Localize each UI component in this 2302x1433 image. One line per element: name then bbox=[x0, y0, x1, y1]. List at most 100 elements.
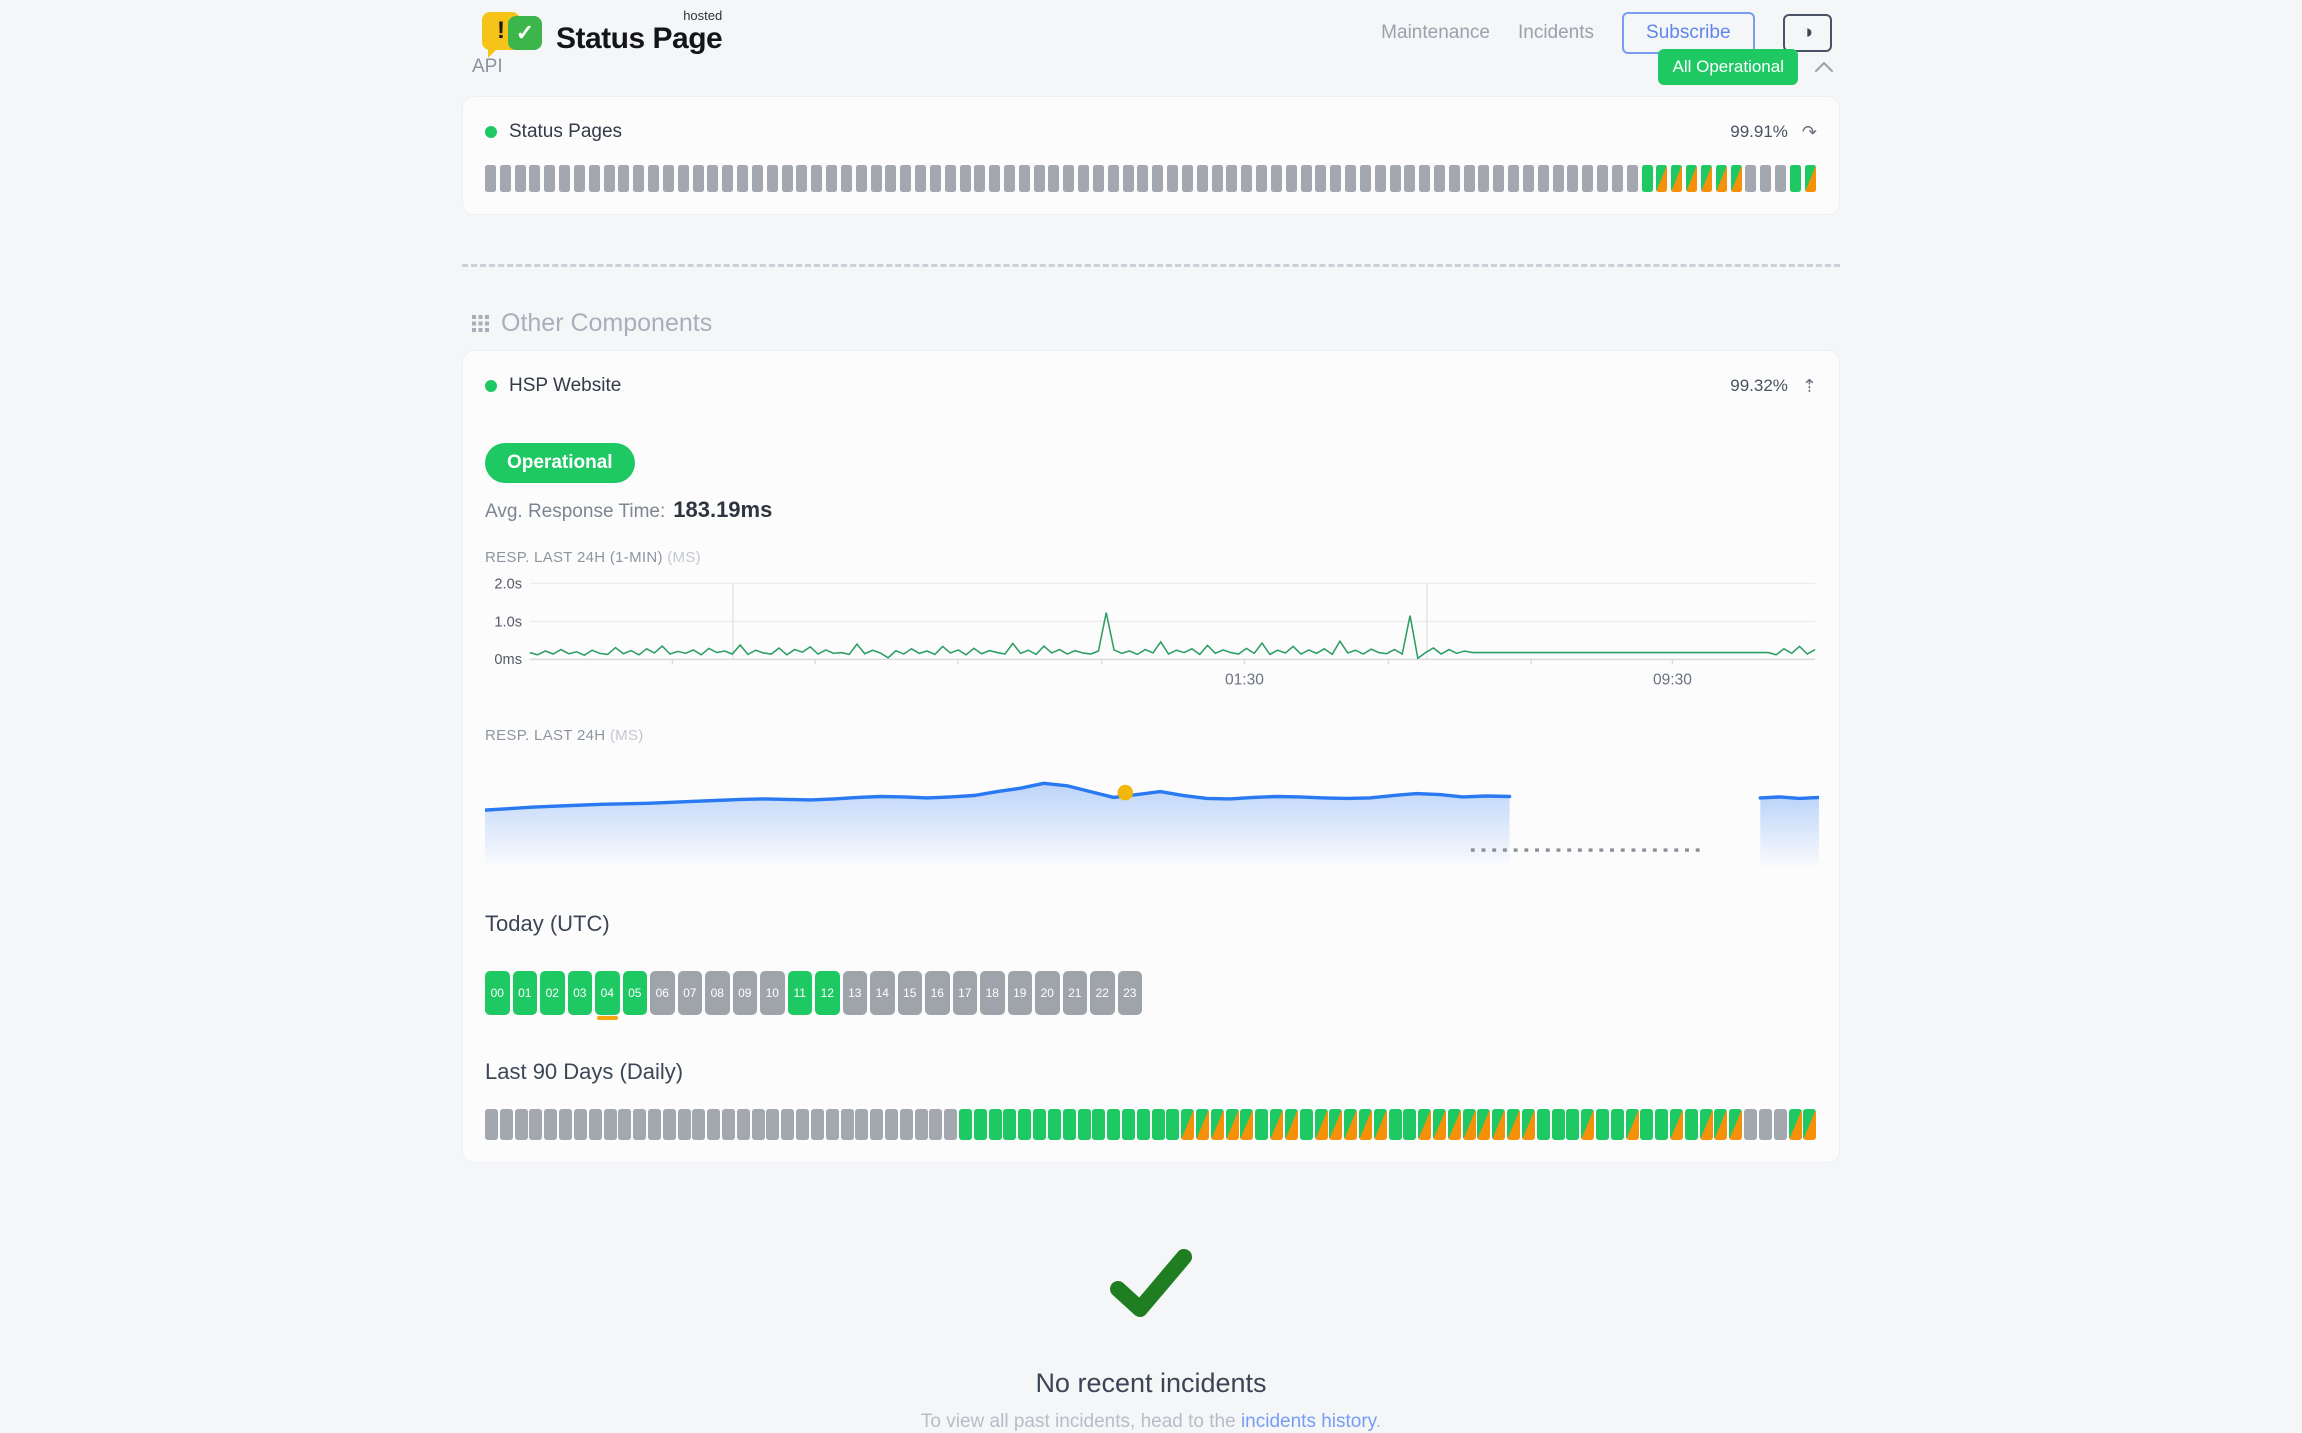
uptime-bar[interactable] bbox=[974, 165, 985, 192]
uptime-bar[interactable] bbox=[1300, 1109, 1313, 1140]
uptime-bar[interactable] bbox=[515, 1109, 528, 1140]
uptime-bar[interactable] bbox=[855, 1109, 868, 1140]
uptime-bar[interactable] bbox=[841, 1109, 854, 1140]
all-operational-badge[interactable]: All Operational bbox=[1658, 49, 1798, 85]
response-chart-1min[interactable]: 2.0s1.0s0ms01:3009:30 bbox=[485, 574, 1817, 699]
hour-block[interactable]: 19 bbox=[1008, 971, 1033, 1015]
uptime-bar[interactable] bbox=[1137, 165, 1148, 192]
uptime-bar[interactable] bbox=[1078, 165, 1089, 192]
response-chart-24h[interactable] bbox=[485, 752, 1817, 877]
uptime-bar[interactable] bbox=[678, 1109, 691, 1140]
uptime-bar[interactable] bbox=[589, 165, 600, 192]
uptime-bar[interactable] bbox=[1538, 165, 1549, 192]
uptime-bar[interactable] bbox=[1390, 165, 1401, 192]
subscribe-button[interactable]: Subscribe bbox=[1622, 12, 1755, 54]
uptime-bar[interactable] bbox=[960, 165, 971, 192]
uptime-bar[interactable] bbox=[1301, 165, 1312, 192]
uptime-bar[interactable] bbox=[1789, 1109, 1802, 1140]
uptime-bar[interactable] bbox=[811, 165, 822, 192]
uptime-bar[interactable] bbox=[1018, 1109, 1031, 1140]
uptime-bar[interactable] bbox=[915, 1109, 928, 1140]
uptime-bar[interactable] bbox=[648, 1109, 661, 1140]
uptime-bar[interactable] bbox=[737, 1109, 750, 1140]
uptime-bar[interactable] bbox=[529, 1109, 542, 1140]
uptime-bar[interactable] bbox=[1640, 1109, 1653, 1140]
uptime-bar[interactable] bbox=[1019, 165, 1030, 192]
hour-block[interactable]: 23 bbox=[1118, 971, 1143, 1015]
uptime-bar[interactable] bbox=[1212, 165, 1223, 192]
uptime-bar[interactable] bbox=[544, 1109, 557, 1140]
hour-block[interactable]: 02 bbox=[540, 971, 565, 1015]
uptime-bar[interactable] bbox=[1731, 165, 1742, 192]
uptime-bar[interactable] bbox=[1537, 1109, 1550, 1140]
uptime-bar[interactable] bbox=[500, 165, 511, 192]
uptime-bar[interactable] bbox=[1122, 1109, 1135, 1140]
uptime-bar[interactable] bbox=[1805, 165, 1816, 192]
uptime-bar[interactable] bbox=[1642, 165, 1653, 192]
uptime-bar[interactable] bbox=[989, 1109, 1002, 1140]
component-status-pages[interactable]: Status Pages bbox=[485, 121, 622, 143]
uptime-bar[interactable] bbox=[737, 165, 748, 192]
uptime-bar[interactable] bbox=[1449, 165, 1460, 192]
uptime-bar[interactable] bbox=[1107, 1109, 1120, 1140]
uptime-bar[interactable] bbox=[782, 165, 793, 192]
uptime-bar[interactable] bbox=[1567, 165, 1578, 192]
uptime-bar[interactable] bbox=[1123, 165, 1134, 192]
uptime-bar[interactable] bbox=[1093, 165, 1104, 192]
uptime-bar[interactable] bbox=[1803, 1109, 1816, 1140]
uptime-bar[interactable] bbox=[1285, 1109, 1298, 1140]
uptime-bar[interactable] bbox=[1627, 165, 1638, 192]
uptime-bar[interactable] bbox=[1714, 1109, 1727, 1140]
uptime-bar[interactable] bbox=[707, 1109, 720, 1140]
hour-block[interactable]: 03 bbox=[568, 971, 593, 1015]
uptime-bar[interactable] bbox=[1270, 1109, 1283, 1140]
uptime-bar[interactable] bbox=[1033, 1109, 1046, 1140]
uptime-bar[interactable] bbox=[1374, 1109, 1387, 1140]
uptime-bar[interactable] bbox=[915, 165, 926, 192]
uptime-bar[interactable] bbox=[1729, 1109, 1742, 1140]
uptime-bar[interactable] bbox=[885, 165, 896, 192]
uptime-bar[interactable] bbox=[959, 1109, 972, 1140]
uptime-bar[interactable] bbox=[945, 165, 956, 192]
uptime-bar[interactable] bbox=[885, 1109, 898, 1140]
uptime-bar[interactable] bbox=[559, 165, 570, 192]
uptime-bar[interactable] bbox=[604, 165, 615, 192]
nav-maintenance[interactable]: Maintenance bbox=[1381, 22, 1490, 44]
uptime-bar[interactable] bbox=[1389, 1109, 1402, 1140]
uptime-bar[interactable] bbox=[826, 1109, 839, 1140]
uptime-bar[interactable] bbox=[485, 165, 496, 192]
theme-toggle-button[interactable]: ◑ bbox=[1783, 14, 1832, 53]
uptime-bar[interactable] bbox=[841, 165, 852, 192]
uptime-bar[interactable] bbox=[974, 1109, 987, 1140]
uptime-bar[interactable] bbox=[1271, 165, 1282, 192]
uptime-bar[interactable] bbox=[707, 165, 718, 192]
uptime-bar[interactable] bbox=[856, 165, 867, 192]
uptime-bar[interactable] bbox=[692, 1109, 705, 1140]
uptime-bar[interactable] bbox=[1686, 165, 1697, 192]
uptime-bar[interactable] bbox=[1671, 165, 1682, 192]
uptime-bar[interactable] bbox=[1744, 1109, 1757, 1140]
uptime-bar[interactable] bbox=[1092, 1109, 1105, 1140]
uptime-bar[interactable] bbox=[1597, 165, 1608, 192]
uptime-bar[interactable] bbox=[1775, 165, 1786, 192]
uptime-bar[interactable] bbox=[722, 1109, 735, 1140]
uptime-bar[interactable] bbox=[1166, 1109, 1179, 1140]
uptime-bar[interactable] bbox=[618, 165, 629, 192]
uptime-bar[interactable] bbox=[870, 1109, 883, 1140]
uptime-bar[interactable] bbox=[1003, 1109, 1016, 1140]
incidents-history-link[interactable]: incidents history bbox=[1241, 1411, 1376, 1432]
uptime-bar[interactable] bbox=[1582, 165, 1593, 192]
uptime-bar[interactable] bbox=[1403, 1109, 1416, 1140]
uptime-bar[interactable] bbox=[944, 1109, 957, 1140]
uptime-bar[interactable] bbox=[1181, 1109, 1194, 1140]
hour-block[interactable]: 01 bbox=[513, 971, 538, 1015]
uptime-bar[interactable] bbox=[1774, 1109, 1787, 1140]
uptime-bar[interactable] bbox=[826, 165, 837, 192]
uptime-bar[interactable] bbox=[1315, 1109, 1328, 1140]
uptime-bar[interactable] bbox=[1197, 165, 1208, 192]
uptime-bar[interactable] bbox=[1375, 165, 1386, 192]
component-hsp-website[interactable]: HSP Website bbox=[485, 375, 621, 397]
hour-block[interactable]: 17 bbox=[953, 971, 978, 1015]
hour-block[interactable]: 14 bbox=[870, 971, 895, 1015]
uptime-bar[interactable] bbox=[900, 1109, 913, 1140]
